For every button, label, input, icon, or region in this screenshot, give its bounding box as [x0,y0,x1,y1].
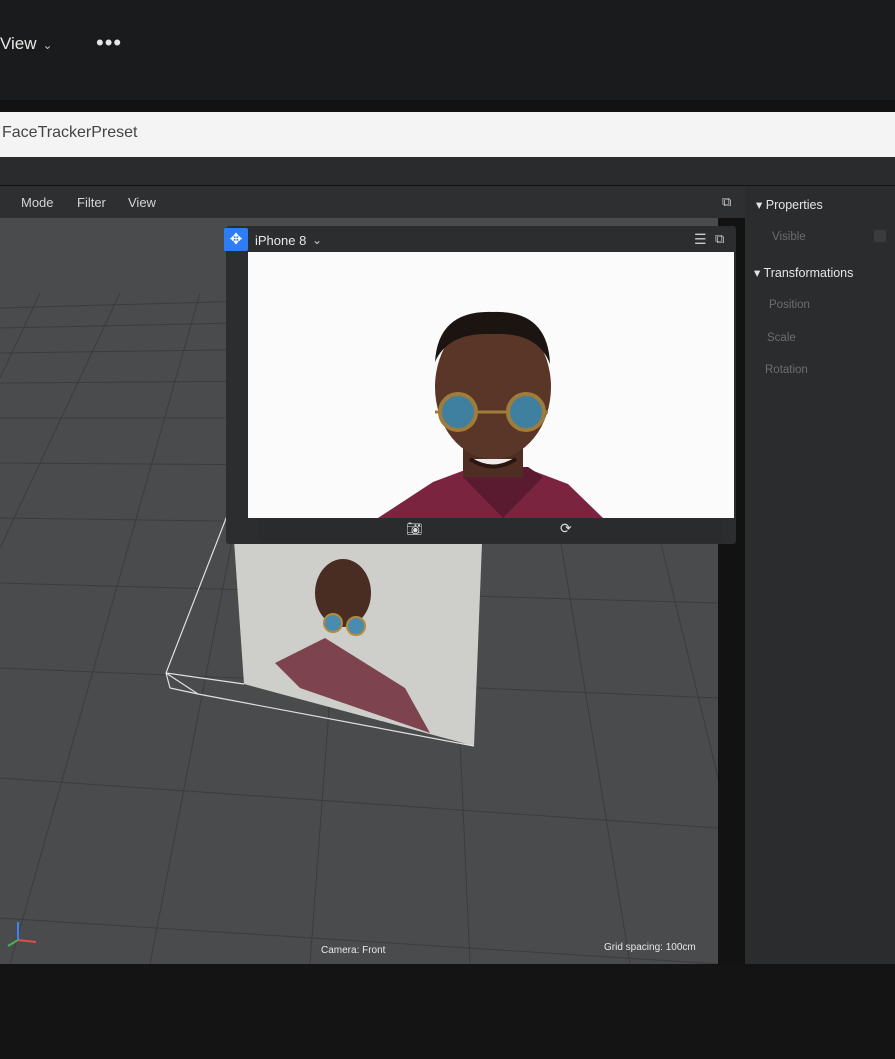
properties-panel: ▾ Properties Visible ▾ Transformations P… [745,186,895,964]
grid-spacing-label: Grid spacing: 100cm [604,942,696,953]
face-preview-image [378,311,603,518]
chevron-down-icon: ⌄ [42,38,53,52]
popout-icon[interactable]: ⧉ [715,231,724,247]
view-menu-label: View [0,34,37,53]
more-icon[interactable]: ••• [96,30,122,56]
simulator-preview [248,252,734,518]
viewport-toolbar: Mode Filter View [0,186,745,218]
rotation-label: Rotation [765,364,808,376]
device-selector[interactable]: iPhone 8 [255,233,306,248]
transformations-header[interactable]: ▾ Transformations [754,265,853,280]
scale-label: Scale [767,332,796,344]
simulator-bottom-bar [259,518,723,542]
position-label: Position [769,299,810,311]
hamburger-icon[interactable]: ☰ [694,231,707,248]
screen-bottom-bezel [0,964,895,1059]
visible-checkbox[interactable] [874,230,886,242]
visible-label: Visible [772,231,806,243]
app-top-bar [0,0,895,100]
chevron-down-icon[interactable]: ⌄ [312,233,322,247]
mode-menu[interactable]: Mode [21,195,54,210]
camera-label: Camera: Front [321,945,386,956]
move-icon[interactable]: ✥ [224,228,248,251]
view-menu[interactable]: View ⌄ [0,34,53,54]
rotate-icon[interactable]: ⟳ [560,520,572,537]
popout-icon[interactable]: ⧉ [722,194,731,210]
document-title: FaceTrackerPreset [2,124,138,141]
header-divider [0,157,895,185]
camera-icon[interactable]: 📷︎ [406,521,423,537]
filter-menu[interactable]: Filter [77,195,106,210]
axis-icon [7,922,37,947]
properties-header[interactable]: ▾ Properties [756,197,823,212]
view-menu-viewport[interactable]: View [128,195,156,210]
